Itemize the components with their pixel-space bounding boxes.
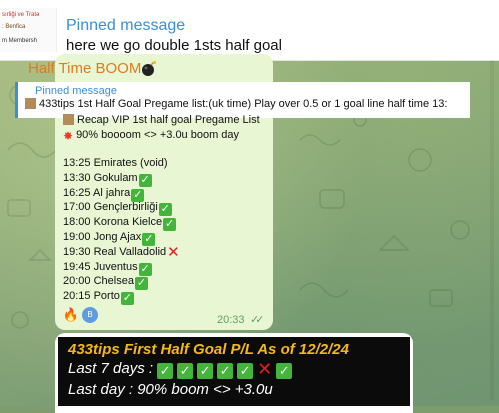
- match-row: 16:25 Al jahra ✓: [63, 186, 145, 202]
- match-row: 19:45 Juventus ✓: [63, 261, 152, 276]
- match-row: 20:00 Chelsea ✓: [63, 275, 148, 291]
- match-text: 19:30 Real Valladolid: [63, 245, 167, 258]
- white-check-mark-icon: ✓: [138, 262, 152, 276]
- match-text: 20:15 Porto: [63, 290, 120, 303]
- white-check-mark-icon: ✓: [197, 363, 214, 379]
- match-row: 19:30 Real Valladolid✕: [63, 243, 180, 261]
- scrollbar[interactable]: [490, 60, 494, 400]
- package-icon: [25, 98, 36, 109]
- pl-last7-label: Last 7 days :: [68, 360, 154, 377]
- reply-text: 433tips 1st Half Goal Pregame list:(uk t…: [39, 98, 448, 110]
- reply-text-row: 433tips 1st Half Goal Pregame list:(uk t…: [25, 98, 467, 110]
- fire-icon[interactable]: 🔥: [62, 306, 80, 324]
- white-check-mark-icon: ✓: [142, 233, 156, 246]
- thumb-line-2: : Benfica: [2, 24, 26, 30]
- white-check-mark-icon: ✓: [138, 173, 152, 187]
- summary-line: ✸ 90% boooom <> +3.0u boom day: [63, 129, 239, 143]
- match-text: 19:45 Juventus: [63, 260, 138, 273]
- match-text: 16:25 Al jahra: [63, 186, 131, 199]
- white-check-mark-icon: ✓: [120, 292, 134, 306]
- pl-last7-results: ✓ ✓ ✓ ✓ ✓ ✕ ✓: [153, 359, 293, 379]
- pl-last7-line: Last 7 days : ✓ ✓ ✓ ✓ ✓ ✕ ✓: [68, 359, 293, 379]
- white-check-mark-icon: ✓: [163, 218, 177, 232]
- match-text: 13:30 Gokulam: [63, 171, 138, 184]
- white-check-mark-icon: ✓: [131, 188, 145, 202]
- match-row: 13:30 Gokulam ✓: [63, 172, 152, 187]
- match-text: 20:00 Chelsea: [63, 275, 134, 288]
- match-row: 19:00 Jong Ajax ✓: [63, 231, 156, 246]
- match-text: 18:00 Korona Kielce: [63, 216, 163, 229]
- avatar[interactable]: B: [82, 307, 98, 323]
- message-time: 20:33: [217, 314, 245, 326]
- pl-title: 433tips First Half Goal P/L As of 12/2/2…: [68, 341, 349, 358]
- summary-text: 90% boooom <> +3.0u boom day: [76, 129, 240, 141]
- white-check-mark-icon: ✓: [134, 277, 148, 291]
- pinned-message-bar[interactable]: sırliği ve Tratə : Benfica m Membersh Pi…: [0, 0, 499, 61]
- match-row: 20:15 Porto ✓: [63, 290, 134, 306]
- thumb-line-3: m Membersh: [2, 38, 38, 44]
- pl-lastday-line: Last day : 90% boom <> +3.0u: [68, 381, 273, 398]
- white-check-mark-icon: ✓: [237, 363, 254, 379]
- thumb-line-1: sırliği ve Tratə: [2, 12, 40, 18]
- pinned-thumbnail: sırliği ve Tratə : Benfica m Membersh: [0, 8, 57, 52]
- red-cross-icon: ✕: [257, 359, 273, 379]
- match-row: 17:00 Gençlerbirliği ✓: [63, 201, 172, 217]
- double-check-icon: ✓✓: [250, 314, 265, 326]
- package-icon: [63, 114, 74, 125]
- collision-icon: ✸: [63, 129, 74, 143]
- match-row: 18:00 Korona Kielce ✓: [63, 216, 177, 232]
- message-title: Half Time BOOM: [28, 60, 142, 77]
- white-check-mark-icon: ✓: [276, 363, 293, 379]
- white-check-mark-icon: ✓: [217, 363, 234, 379]
- white-check-mark-icon: ✓: [157, 363, 174, 379]
- pinned-text: here we go double 1sts half goal: [66, 37, 282, 54]
- match-text: 17:00 Gençlerbirliği: [63, 201, 158, 214]
- recap-text: Recap VIP 1st half goal Pregame List: [77, 114, 260, 126]
- reply-label: Pinned message: [35, 85, 117, 97]
- recap-line: Recap VIP 1st half goal Pregame List: [63, 114, 260, 126]
- match-row: 13:25 Emirates (void): [63, 157, 168, 169]
- match-text: 13:25 Emirates (void): [63, 157, 168, 169]
- white-check-mark-icon: ✓: [158, 203, 172, 217]
- match-text: 19:00 Jong Ajax: [63, 231, 142, 243]
- red-cross-icon: ✕: [167, 243, 180, 261]
- bomb-icon: [142, 61, 156, 76]
- white-check-mark-icon: ✓: [177, 363, 194, 379]
- pinned-title: Pinned message: [66, 17, 186, 34]
